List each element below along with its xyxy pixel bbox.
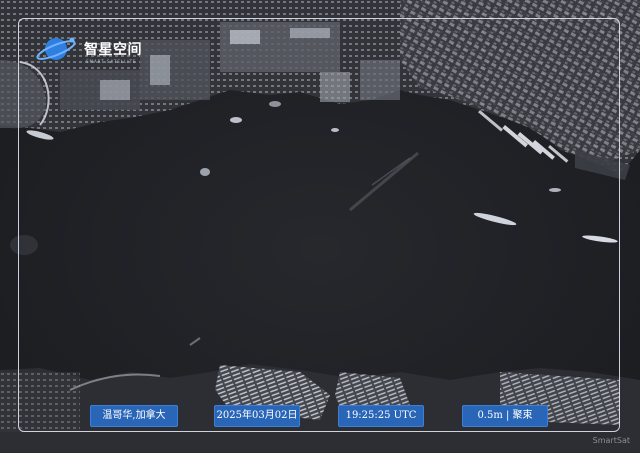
sar-image-scene: 智星空间 SMART SATELLITE 温哥华,加拿大 2025年03月02日… xyxy=(0,0,640,453)
watermark: SmartSat xyxy=(592,436,630,445)
time-label: 19:25:25 UTC xyxy=(338,405,424,427)
brand-name: 智星空间 xyxy=(84,42,142,58)
location-label: 温哥华,加拿大 xyxy=(90,405,178,427)
brand-subtitle: SMART SATELLITE xyxy=(86,59,137,64)
brand-logo: 智星空间 SMART SATELLITE xyxy=(34,32,164,68)
metadata-bar: 温哥华,加拿大 2025年03月02日 19:25:25 UTC 0.5m | … xyxy=(0,405,640,427)
planet-icon xyxy=(36,37,76,60)
image-frame xyxy=(18,18,620,432)
date-label: 2025年03月02日 xyxy=(214,405,300,427)
resolution-mode-label: 0.5m | 聚束 xyxy=(462,405,548,427)
